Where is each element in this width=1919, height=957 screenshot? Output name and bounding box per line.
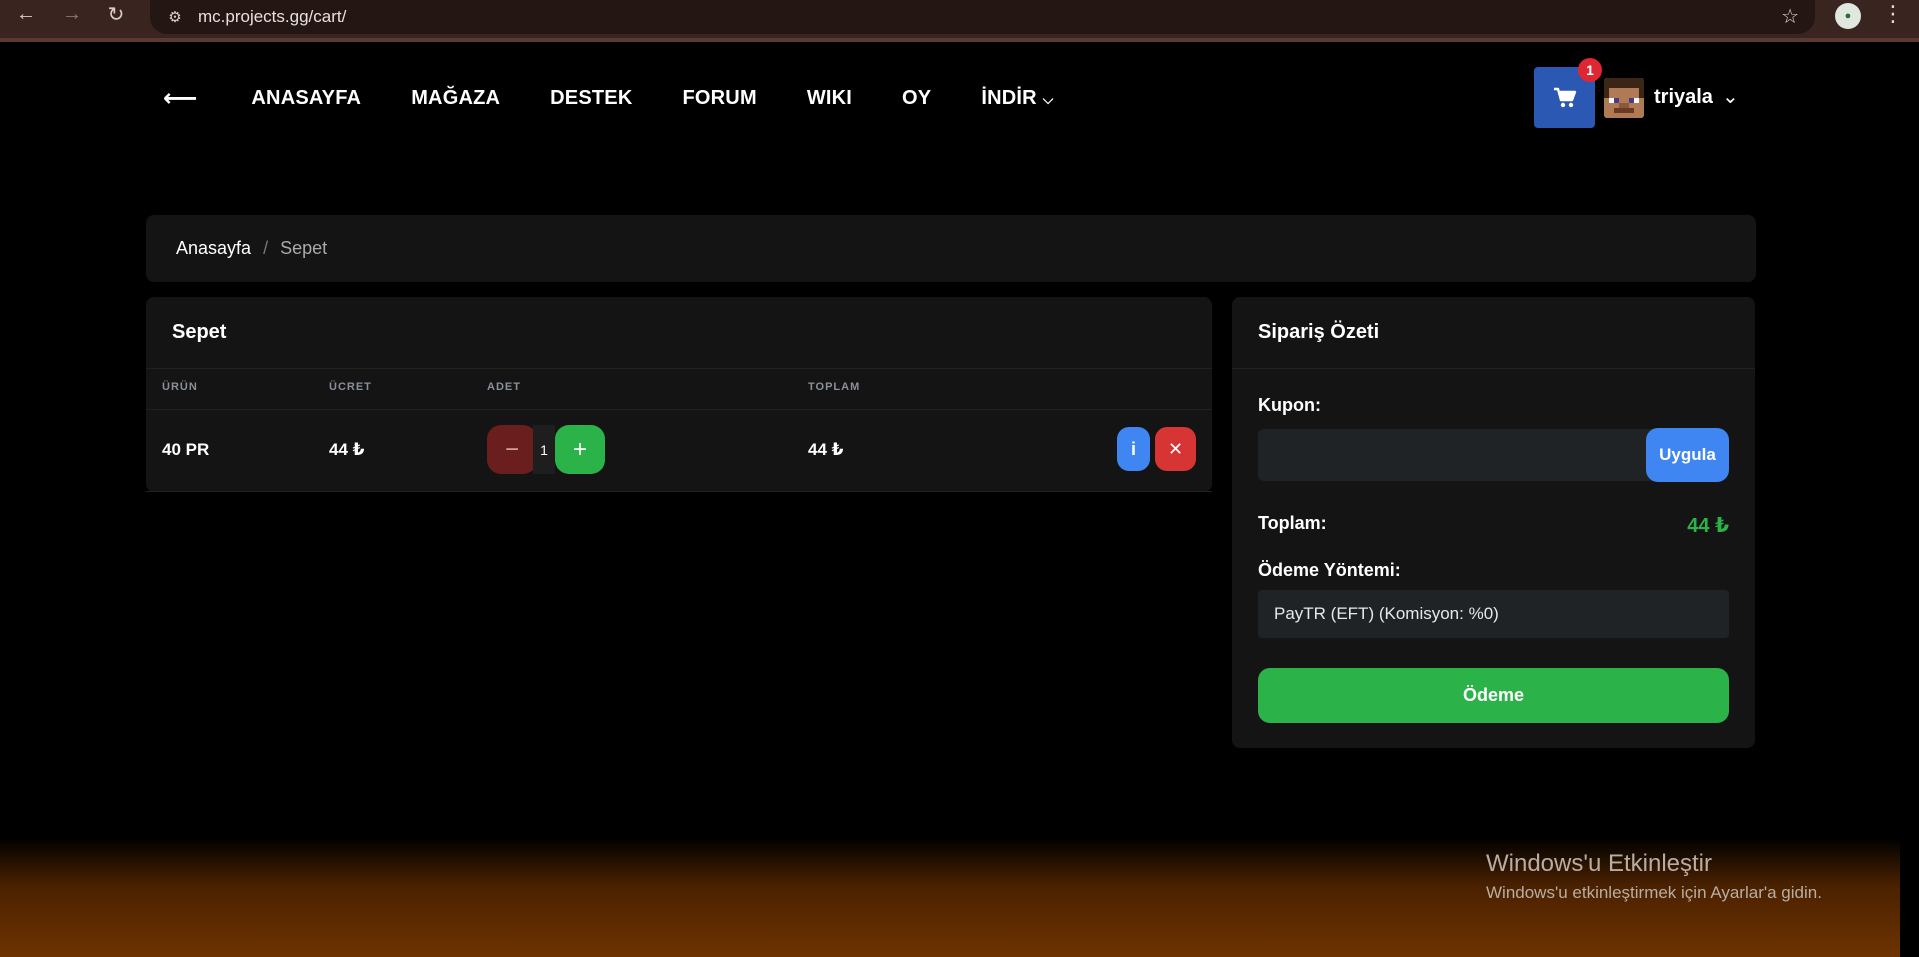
column-header-total: TOPLAM (808, 381, 861, 393)
url-text: mc.projects.gg/cart/ (198, 7, 347, 26)
breadcrumb-current: Sepet (280, 238, 328, 258)
remove-item-button[interactable]: ✕ (1155, 427, 1196, 471)
nav-link-indir[interactable]: İNDİR (981, 87, 1053, 110)
cart-columns-divider (146, 409, 1212, 410)
windows-activation-title: Windows'u Etkinleştir (1486, 850, 1712, 877)
cart-title: Sepet (172, 321, 227, 343)
info-icon: i (1130, 438, 1136, 459)
avatar-face-icon (1604, 78, 1644, 118)
total-value: 44 ₺ (1687, 515, 1729, 537)
column-header-quantity: ADET (487, 381, 521, 393)
cart-header-divider (146, 368, 1212, 369)
cart-bottom-divider (146, 491, 1212, 492)
cart-count-badge: 1 (1578, 58, 1602, 82)
coupon-input[interactable] (1258, 429, 1653, 481)
breadcrumb-home-link[interactable]: Anasayfa (176, 238, 251, 259)
chevron-down-icon[interactable]: ⌄ (1722, 84, 1739, 109)
breadcrumb: Anasayfa / Sepet (146, 215, 1756, 282)
summary-header-divider (1232, 368, 1755, 369)
bookmark-star-icon[interactable]: ☆ (1781, 4, 1799, 29)
cell-price: 44 ₺ (329, 440, 365, 459)
reload-icon[interactable]: ↻ (98, 0, 134, 28)
item-info-button[interactable]: i (1117, 427, 1150, 471)
breadcrumb-separator: / (263, 238, 269, 258)
nav-link-anasayfa[interactable]: ANASAYFA (251, 87, 361, 110)
total-label: Toplam: (1258, 513, 1327, 533)
browser-toolbar: ← → ↻ ⚙ mc.projects.gg/cart/ ☆ ● ⋮ (0, 0, 1919, 42)
apply-coupon-button[interactable]: Uygula (1646, 428, 1729, 482)
back-icon[interactable]: ← (8, 0, 44, 28)
browser-toolbar-border (0, 38, 1919, 42)
cart-card: Sepet ÜRÜN ÜCRET ADET TOPLAM 40 PR 44 ₺ … (146, 297, 1212, 492)
cell-total: 44 ₺ (808, 440, 844, 459)
cell-product: 40 PR (162, 440, 210, 459)
column-header-price: ÜCRET (329, 381, 372, 393)
username-label[interactable]: triyala (1654, 86, 1713, 109)
cart-icon (1553, 87, 1576, 107)
column-header-product: ÜRÜN (162, 381, 198, 393)
site-navigation: ⟵ ANASAYFA MAĞAZA DESTEK FORUM WIKI OY İ… (163, 82, 1104, 114)
payment-method-select[interactable]: PayTR (EFT) (Komisyon: %0) (1258, 590, 1729, 638)
close-icon: ✕ (1167, 438, 1184, 459)
coupon-label: Kupon: (1258, 395, 1321, 415)
nav-link-magaza[interactable]: MAĞAZA (411, 87, 500, 110)
summary-title: Sipariş Özeti (1258, 321, 1380, 343)
checkout-button[interactable]: Ödeme (1258, 668, 1729, 723)
back-arrow-icon[interactable]: ⟵ (163, 84, 197, 113)
windows-activation-subtitle: Windows'u etkinleştirmek için Ayarlar'a … (1486, 883, 1822, 902)
nav-link-oy[interactable]: OY (902, 87, 931, 110)
forward-icon[interactable]: → (54, 0, 90, 28)
payment-method-label: Ödeme Yöntemi: (1258, 560, 1401, 580)
scrollbar-track[interactable] (1900, 42, 1919, 957)
browser-profile-icon[interactable]: ● (1835, 3, 1861, 29)
address-bar[interactable]: ⚙ mc.projects.gg/cart/ ☆ (150, 0, 1815, 34)
site-settings-icon[interactable]: ⚙ (164, 6, 186, 28)
nav-link-destek[interactable]: DESTEK (550, 87, 632, 110)
user-avatar[interactable] (1604, 78, 1644, 118)
browser-menu-icon[interactable]: ⋮ (1882, 1, 1904, 27)
quantity-value[interactable]: 1 (533, 425, 555, 474)
quantity-decrease-button[interactable]: − (487, 425, 537, 474)
quantity-increase-button[interactable]: + (555, 425, 605, 474)
nav-link-forum[interactable]: FORUM (682, 87, 756, 110)
order-summary-card: Sipariş Özeti Kupon: Uygula Toplam: 44 ₺… (1232, 297, 1755, 748)
nav-link-wiki[interactable]: WIKI (807, 87, 852, 110)
